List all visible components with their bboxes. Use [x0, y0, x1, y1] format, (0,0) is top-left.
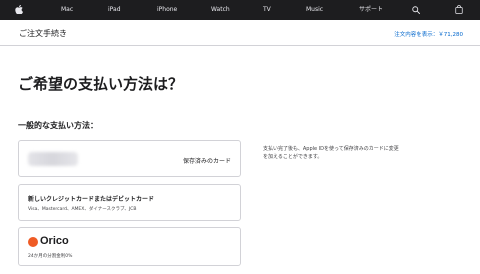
nav-item-iphone[interactable]: iPhone — [157, 0, 177, 20]
orico-installment-note: 24か月の分割金利0% — [28, 254, 73, 259]
nav-item-watch[interactable]: Watch — [211, 0, 230, 20]
page-title: ご希望の支払い方法は？ — [18, 75, 184, 93]
orico-logo-icon — [28, 237, 38, 247]
saved-card-number-blurred — [28, 152, 78, 166]
nav-item-ipad[interactable]: iPad — [108, 0, 121, 20]
nav-item-support[interactable]: サポート — [359, 0, 383, 20]
new-card-title: 新しいクレジットカードまたはデビットカード — [28, 196, 155, 203]
nav-item-music[interactable]: Music — [306, 0, 323, 20]
saved-card-info-note: 支払い完了後も、Apple IDを使って保存済みのカードに変更を加えることができ… — [263, 146, 399, 160]
saved-card-label: 保存済みのカード — [182, 158, 231, 165]
saved-card-option[interactable]: 保存済みのカード — [18, 140, 241, 177]
nav-item-tv[interactable]: TV — [263, 0, 271, 20]
orico-logo-text: Orico — [40, 235, 69, 247]
new-card-option[interactable]: 新しいクレジットカードまたはデビットカード Visa、Mastercard、AM… — [18, 184, 241, 221]
bag-icon[interactable] — [455, 0, 463, 20]
search-icon[interactable] — [412, 0, 420, 20]
payment-methods-heading: 一般的な支払い方法： — [18, 121, 98, 130]
order-summary-link[interactable]: 注文内容を表示：￥71,280 — [394, 30, 463, 38]
nav-item-mac[interactable]: Mac — [61, 0, 73, 20]
card-brands-text: Visa、Mastercard、AMEX、ダイナースクラブ、JCB — [28, 207, 137, 212]
checkout-header: ご注文手続き 注文内容を表示：￥71,280 — [0, 20, 480, 46]
orico-option[interactable]: Orico 24か月の分割金利0% — [18, 227, 241, 266]
apple-logo-icon[interactable] — [15, 0, 23, 20]
global-nav: Mac iPad iPhone Watch TV Music サポート — [0, 0, 480, 20]
checkout-title: ご注文手続き — [19, 29, 67, 38]
